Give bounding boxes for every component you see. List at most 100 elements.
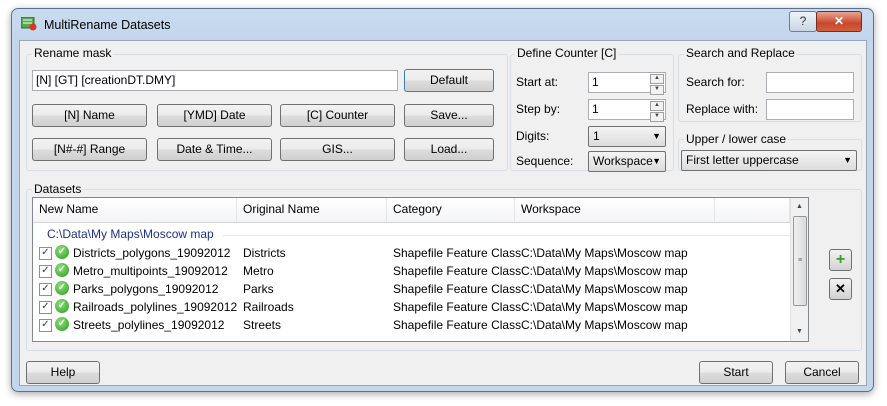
scroll-thumb[interactable]: ≡ bbox=[793, 216, 807, 306]
range-token-button[interactable]: [N#-#] Range bbox=[32, 138, 147, 161]
digits-label: Digits: bbox=[516, 129, 550, 143]
digits-select[interactable]: 1 ▼ bbox=[588, 126, 666, 147]
column-empty bbox=[715, 198, 790, 222]
workspace-group-header[interactable]: C:\Data\My Maps\Moscow map bbox=[47, 227, 214, 241]
spin-down-icon[interactable]: ▼ bbox=[650, 112, 664, 122]
search-for-label: Search for: bbox=[686, 75, 745, 89]
column-workspace[interactable]: Workspace bbox=[515, 198, 715, 222]
checkbox[interactable]: ✓ bbox=[39, 301, 52, 314]
dialog-window: MultiRename Datasets ? ✕ Rename mask [N]… bbox=[11, 8, 874, 392]
table-row[interactable]: ✓ ✓ Streets_polylines_19092012 Streets Sh… bbox=[33, 316, 808, 334]
checkbox[interactable]: ✓ bbox=[39, 247, 52, 260]
new-name-cell: Metro_multipoints_19092012 bbox=[73, 264, 228, 278]
cancel-button[interactable]: Cancel bbox=[785, 361, 859, 384]
category-cell: Shapefile Feature Class bbox=[393, 246, 522, 260]
start-at-label: Start at: bbox=[516, 75, 559, 89]
start-at-input[interactable]: 1 ▲ ▼ bbox=[588, 72, 666, 95]
load-button[interactable]: Load... bbox=[404, 138, 494, 161]
chevron-down-icon: ▼ bbox=[843, 155, 852, 165]
group-divider bbox=[223, 235, 793, 236]
sequence-select[interactable]: Workspace ▼ bbox=[588, 151, 666, 172]
remove-dataset-button[interactable]: ✕ bbox=[829, 278, 852, 300]
new-name-cell: Districts_polygons_19092012 bbox=[73, 246, 231, 260]
save-button[interactable]: Save... bbox=[404, 104, 494, 127]
table-row[interactable]: ✓ ✓ Metro_multipoints_19092012 Metro Shap… bbox=[33, 262, 808, 280]
new-name-cell: Parks_polygons_19092012 bbox=[73, 282, 219, 296]
help-icon[interactable]: ? bbox=[789, 11, 817, 32]
client-area: Rename mask [N] [GT] [creationDT.DMY] De… bbox=[19, 40, 867, 386]
app-icon bbox=[21, 17, 37, 31]
chevron-down-icon: ▼ bbox=[652, 131, 661, 141]
original-name-cell: Districts bbox=[243, 246, 286, 260]
workspace-cell: C:\Data\My Maps\Moscow map bbox=[521, 246, 688, 260]
check-ok-icon: ✓ bbox=[55, 317, 69, 331]
category-cell: Shapefile Feature Class bbox=[393, 300, 522, 314]
counter-label: Define Counter [C] bbox=[515, 46, 619, 60]
workspace-cell: C:\Data\My Maps\Moscow map bbox=[521, 282, 688, 296]
new-name-cell: Streets_polylines_19092012 bbox=[73, 318, 225, 332]
replace-with-input[interactable] bbox=[766, 99, 854, 120]
category-cell: Shapefile Feature Class bbox=[393, 264, 522, 278]
check-ok-icon: ✓ bbox=[55, 281, 69, 295]
title-bar[interactable]: MultiRename Datasets ? ✕ bbox=[12, 9, 873, 39]
counter-token-button[interactable]: [C] Counter bbox=[280, 104, 395, 127]
checkbox[interactable]: ✓ bbox=[39, 319, 52, 332]
step-by-label: Step by: bbox=[516, 102, 561, 116]
original-name-cell: Railroads bbox=[243, 300, 294, 314]
column-category[interactable]: Category bbox=[387, 198, 515, 222]
sequence-value: Workspace bbox=[593, 154, 653, 168]
workspace-cell: C:\Data\My Maps\Moscow map bbox=[521, 300, 688, 314]
replace-with-label: Replace with: bbox=[686, 102, 759, 116]
spin-down-icon[interactable]: ▼ bbox=[650, 85, 664, 95]
help-button[interactable]: Help bbox=[26, 361, 100, 384]
search-replace-label: Search and Replace bbox=[684, 46, 797, 60]
chevron-down-icon: ▼ bbox=[652, 156, 661, 166]
datasets-list[interactable]: New Name Original Name Category Workspac… bbox=[32, 197, 809, 342]
check-ok-icon: ✓ bbox=[55, 263, 69, 277]
close-icon[interactable]: ✕ bbox=[816, 11, 862, 32]
datasets-label: Datasets bbox=[32, 182, 84, 196]
rename-mask-label: Rename mask bbox=[32, 46, 114, 60]
rename-mask-input[interactable]: [N] [GT] [creationDT.DMY] bbox=[32, 70, 398, 91]
window-title: MultiRename Datasets bbox=[44, 18, 171, 32]
scroll-up-icon[interactable]: ▲ bbox=[793, 200, 806, 214]
table-row[interactable]: ✓ ✓ Districts_polygons_19092012 Districts… bbox=[33, 244, 808, 262]
name-token-button[interactable]: [N] Name bbox=[32, 104, 147, 127]
start-at-spinner[interactable]: ▲ ▼ bbox=[650, 73, 664, 95]
date-token-button[interactable]: [YMD] Date bbox=[157, 104, 272, 127]
digits-value: 1 bbox=[593, 129, 600, 143]
gis-button[interactable]: GIS... bbox=[280, 138, 395, 161]
checkbox[interactable]: ✓ bbox=[39, 283, 52, 296]
search-for-input[interactable] bbox=[766, 72, 854, 93]
step-by-input[interactable]: 1 ▲ ▼ bbox=[588, 99, 666, 122]
start-button[interactable]: Start bbox=[699, 361, 773, 384]
original-name-cell: Metro bbox=[243, 264, 274, 278]
spin-up-icon[interactable]: ▲ bbox=[650, 101, 664, 111]
plus-icon: + bbox=[835, 251, 846, 268]
step-by-spinner[interactable]: ▲ ▼ bbox=[650, 100, 664, 122]
start-at-value: 1 bbox=[592, 75, 599, 89]
table-row[interactable]: ✓ ✓ Parks_polygons_19092012 Parks Shapefi… bbox=[33, 280, 808, 298]
original-name-cell: Parks bbox=[243, 282, 274, 296]
spin-up-icon[interactable]: ▲ bbox=[650, 74, 664, 84]
case-select[interactable]: First letter uppercase ▼ bbox=[681, 150, 857, 171]
scroll-down-icon[interactable]: ▼ bbox=[793, 325, 806, 339]
date-time-button[interactable]: Date & Time... bbox=[157, 138, 272, 161]
column-new-name[interactable]: New Name bbox=[33, 198, 237, 222]
x-icon: ✕ bbox=[835, 281, 846, 296]
vertical-scrollbar[interactable]: ▲ ≡ ▼ bbox=[790, 198, 808, 341]
check-ok-icon: ✓ bbox=[55, 299, 69, 313]
check-ok-icon: ✓ bbox=[55, 245, 69, 259]
category-cell: Shapefile Feature Class bbox=[393, 282, 522, 296]
table-row[interactable]: ✓ ✓ Railroads_polylines_19092012 Railroad… bbox=[33, 298, 808, 316]
add-dataset-button[interactable]: + bbox=[829, 249, 852, 271]
column-original-name[interactable]: Original Name bbox=[237, 198, 387, 222]
checkbox[interactable]: ✓ bbox=[39, 265, 52, 278]
new-name-cell: Railroads_polylines_19092012 bbox=[73, 300, 238, 314]
case-value: First letter uppercase bbox=[686, 153, 799, 167]
default-button[interactable]: Default bbox=[404, 69, 494, 92]
category-cell: Shapefile Feature Class bbox=[393, 318, 522, 332]
workspace-cell: C:\Data\My Maps\Moscow map bbox=[521, 318, 688, 332]
case-label: Upper / lower case bbox=[684, 132, 789, 146]
list-header: New Name Original Name Category Workspac… bbox=[33, 198, 808, 223]
